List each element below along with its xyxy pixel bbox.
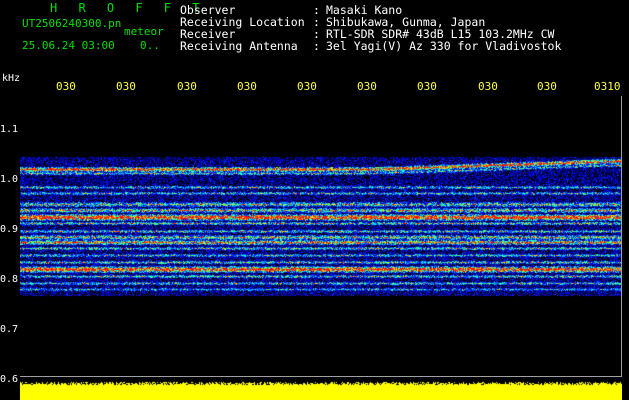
y-tick-label: 1.1 xyxy=(0,124,19,135)
x-tick-label: 030 xyxy=(237,80,257,93)
x-tick-label: 030 xyxy=(417,80,437,93)
x-tick-label: 030 xyxy=(116,80,136,93)
y-tick-label: 1.0 xyxy=(0,174,19,185)
meteor-count: 0.. xyxy=(140,39,160,52)
y-axis-unit: kHz xyxy=(2,73,21,84)
x-tick-label: 030 xyxy=(537,80,557,93)
meteor-label: meteor xyxy=(124,25,164,38)
x-tick-label: 0310 xyxy=(594,80,621,93)
timestamp: 25.06.24 03:00 xyxy=(22,39,115,52)
antenna-value: 3el Yagi(V) Az 330 for Vladivostok xyxy=(326,39,562,53)
separator: : xyxy=(313,39,320,53)
y-tick-label: 0.9 xyxy=(0,224,19,235)
x-tick-label: 030 xyxy=(357,80,377,93)
x-tick-label: 030 xyxy=(56,80,76,93)
y-tick-label: 0.7 xyxy=(0,324,19,335)
x-tick-label: 030 xyxy=(297,80,317,93)
antenna-label: Receiving Antenna xyxy=(180,39,298,53)
file-name: UT2506240300.pn xyxy=(22,17,122,30)
x-tick-label: 030 xyxy=(177,80,197,93)
x-tick-label: 030 xyxy=(478,80,498,93)
y-tick-label: 0.8 xyxy=(0,274,19,285)
y-tick-label: 0.6 xyxy=(0,374,19,385)
plot-frame xyxy=(20,96,622,377)
